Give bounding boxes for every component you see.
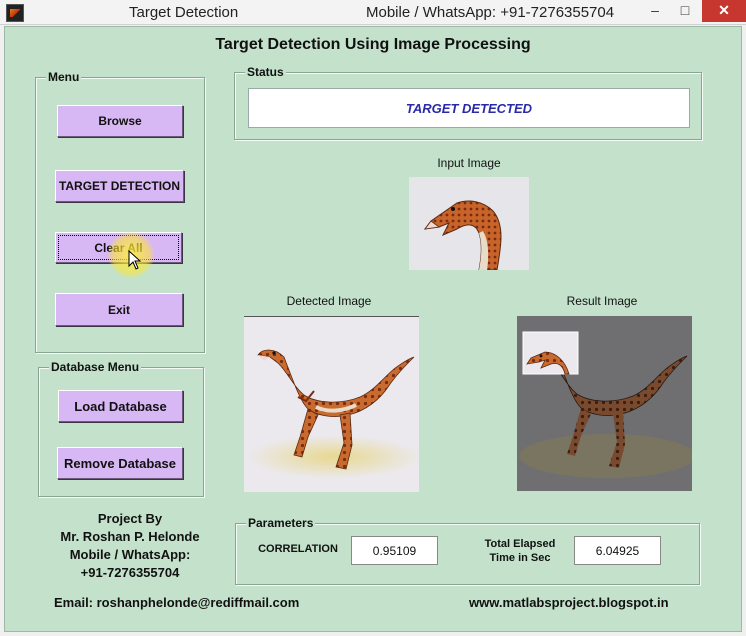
- elapsed-label-2: Time in Sec: [489, 552, 551, 564]
- correlation-label: CORRELATION: [258, 543, 338, 555]
- elapsed-time-field[interactable]: 6.04925: [574, 536, 661, 565]
- window-title: Target Detection: [129, 4, 239, 21]
- elapsed-label-1: Total Elapsed: [484, 538, 556, 550]
- target-detection-button[interactable]: TARGET DETECTION: [55, 170, 184, 202]
- input-image-label: Input Image: [437, 156, 501, 170]
- credit-line-4: +91-7276355704: [80, 565, 180, 580]
- dinosaur-head-image: [423, 200, 502, 270]
- dinosaur-full-image: [246, 349, 419, 479]
- website-text: www.matlabsproject.blogspot.in: [469, 595, 669, 610]
- window-contact: Mobile / WhatsApp: +91-7276355704: [366, 4, 615, 21]
- browse-button[interactable]: Browse: [57, 105, 183, 137]
- parameters-panel-title: Parameters: [246, 516, 316, 530]
- input-image: [409, 177, 529, 270]
- email-text: Email: roshanphelonde@rediffmail.com: [54, 595, 300, 610]
- page-title: Target Detection Using Image Processing: [215, 36, 531, 53]
- remove-database-button[interactable]: Remove Database: [57, 447, 183, 479]
- database-menu-title: Database Menu: [49, 360, 142, 374]
- exit-button[interactable]: Exit: [55, 293, 183, 326]
- menu-panel-title: Menu: [46, 70, 82, 84]
- credit-line-3: Mobile / WhatsApp:: [69, 547, 191, 562]
- credit-line-1: Project By: [97, 511, 163, 526]
- result-image-label: Result Image: [566, 294, 638, 308]
- matlab-icon: [6, 4, 24, 22]
- result-image: [517, 316, 692, 491]
- status-display: TARGET DETECTED: [248, 88, 690, 128]
- title-bar: Target Detection Mobile / WhatsApp: +91-…: [0, 0, 746, 25]
- detected-image: [244, 316, 419, 492]
- correlation-field[interactable]: 0.95109: [351, 536, 438, 565]
- close-button[interactable]: ✕: [702, 0, 746, 22]
- maximize-button[interactable]: □: [670, 0, 700, 22]
- status-panel-title: Status: [245, 65, 286, 79]
- dinosaur-result-image: [519, 331, 692, 478]
- load-database-button[interactable]: Load Database: [58, 390, 183, 422]
- credit-line-2: Mr. Roshan P. Helonde: [60, 529, 200, 544]
- detected-image-label: Detected Image: [286, 294, 372, 308]
- minimize-button[interactable]: –: [640, 0, 670, 22]
- mouse-pointer-icon: [128, 250, 142, 270]
